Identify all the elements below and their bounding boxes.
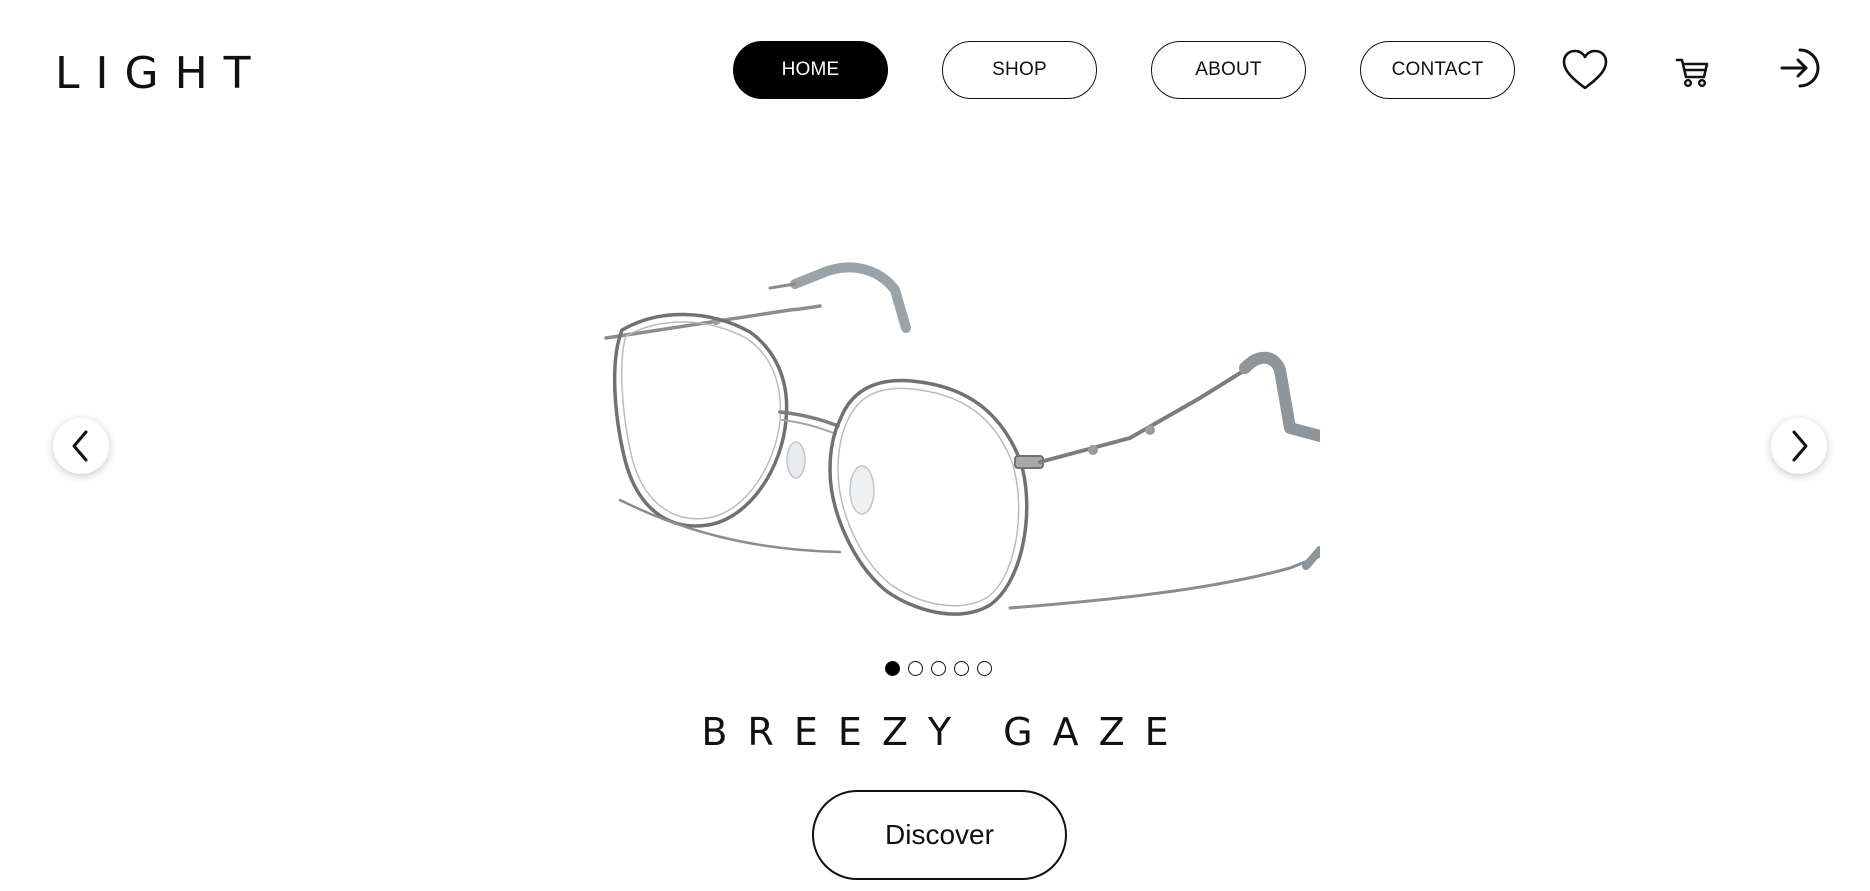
product-title: BREEZY GAZE bbox=[701, 710, 1189, 754]
brand-logo[interactable]: LIGHT bbox=[55, 48, 267, 100]
glasses-illustration bbox=[604, 262, 1326, 616]
carousel-dot-3[interactable] bbox=[931, 661, 946, 676]
site-header: LIGHT HOME SHOP ABOUT CONTACT bbox=[0, 0, 1870, 140]
wishlist-button[interactable] bbox=[1559, 44, 1611, 96]
carousel-prev-button[interactable] bbox=[53, 418, 109, 474]
chevron-right-icon bbox=[1792, 430, 1808, 462]
carousel-indicators bbox=[885, 661, 992, 676]
carousel-dot-2[interactable] bbox=[908, 661, 923, 676]
heart-icon bbox=[1562, 49, 1608, 90]
cart-icon bbox=[1675, 58, 1709, 88]
discover-button[interactable]: Discover bbox=[812, 790, 1067, 880]
chevron-left-icon bbox=[72, 430, 88, 462]
login-button[interactable] bbox=[1774, 42, 1826, 94]
carousel-dot-4[interactable] bbox=[954, 661, 969, 676]
login-icon bbox=[1780, 48, 1820, 88]
main-nav: HOME SHOP ABOUT CONTACT bbox=[733, 41, 1515, 99]
nav-about-button[interactable]: ABOUT bbox=[1151, 41, 1306, 99]
nav-contact-button[interactable]: CONTACT bbox=[1360, 41, 1515, 99]
nav-home-button[interactable]: HOME bbox=[733, 41, 888, 99]
carousel-next-button[interactable] bbox=[1771, 418, 1827, 474]
cart-button[interactable] bbox=[1667, 46, 1719, 98]
carousel-dot-5[interactable] bbox=[977, 661, 992, 676]
carousel-dot-1[interactable] bbox=[885, 661, 900, 676]
product-image bbox=[590, 250, 1326, 625]
nav-shop-button[interactable]: SHOP bbox=[942, 41, 1097, 99]
